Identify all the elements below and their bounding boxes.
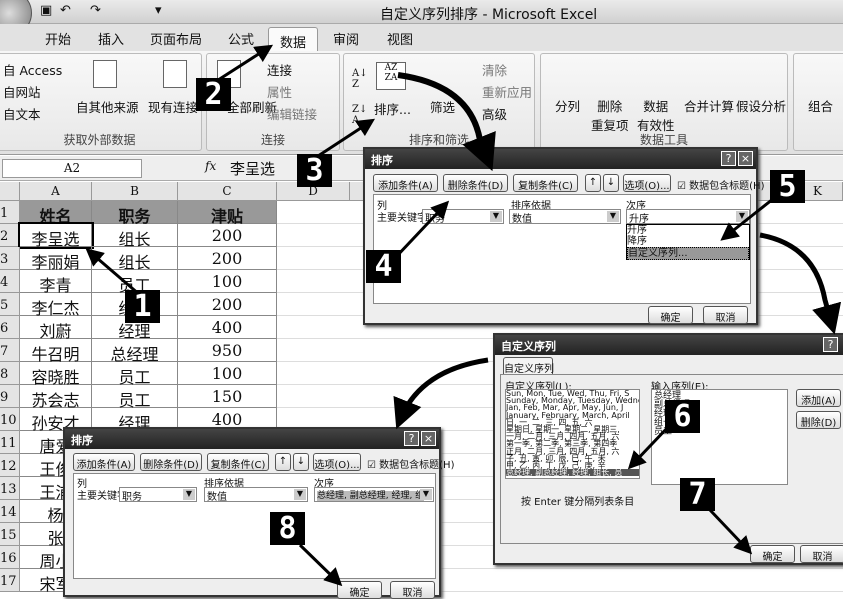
arrow-sort-to-dialog xyxy=(397,72,496,172)
step-badge-7: 7 xyxy=(680,478,715,511)
step-badge-5: 5 xyxy=(770,170,805,203)
step-badge-1: 1 xyxy=(125,290,160,323)
arrow-8 xyxy=(298,543,343,587)
arrow-to-final-dialog xyxy=(393,357,489,430)
step-badge-3: 3 xyxy=(297,154,332,187)
step-badge-2: 2 xyxy=(196,78,231,111)
step-badge-6: 6 xyxy=(665,400,700,433)
arrow-4 xyxy=(393,200,450,260)
arrow-7 xyxy=(708,508,753,555)
step-badge-4: 4 xyxy=(366,250,401,283)
arrow-2 xyxy=(214,44,274,84)
arrow-to-custom-dialog xyxy=(759,232,842,335)
step-badge-8: 8 xyxy=(270,512,305,545)
